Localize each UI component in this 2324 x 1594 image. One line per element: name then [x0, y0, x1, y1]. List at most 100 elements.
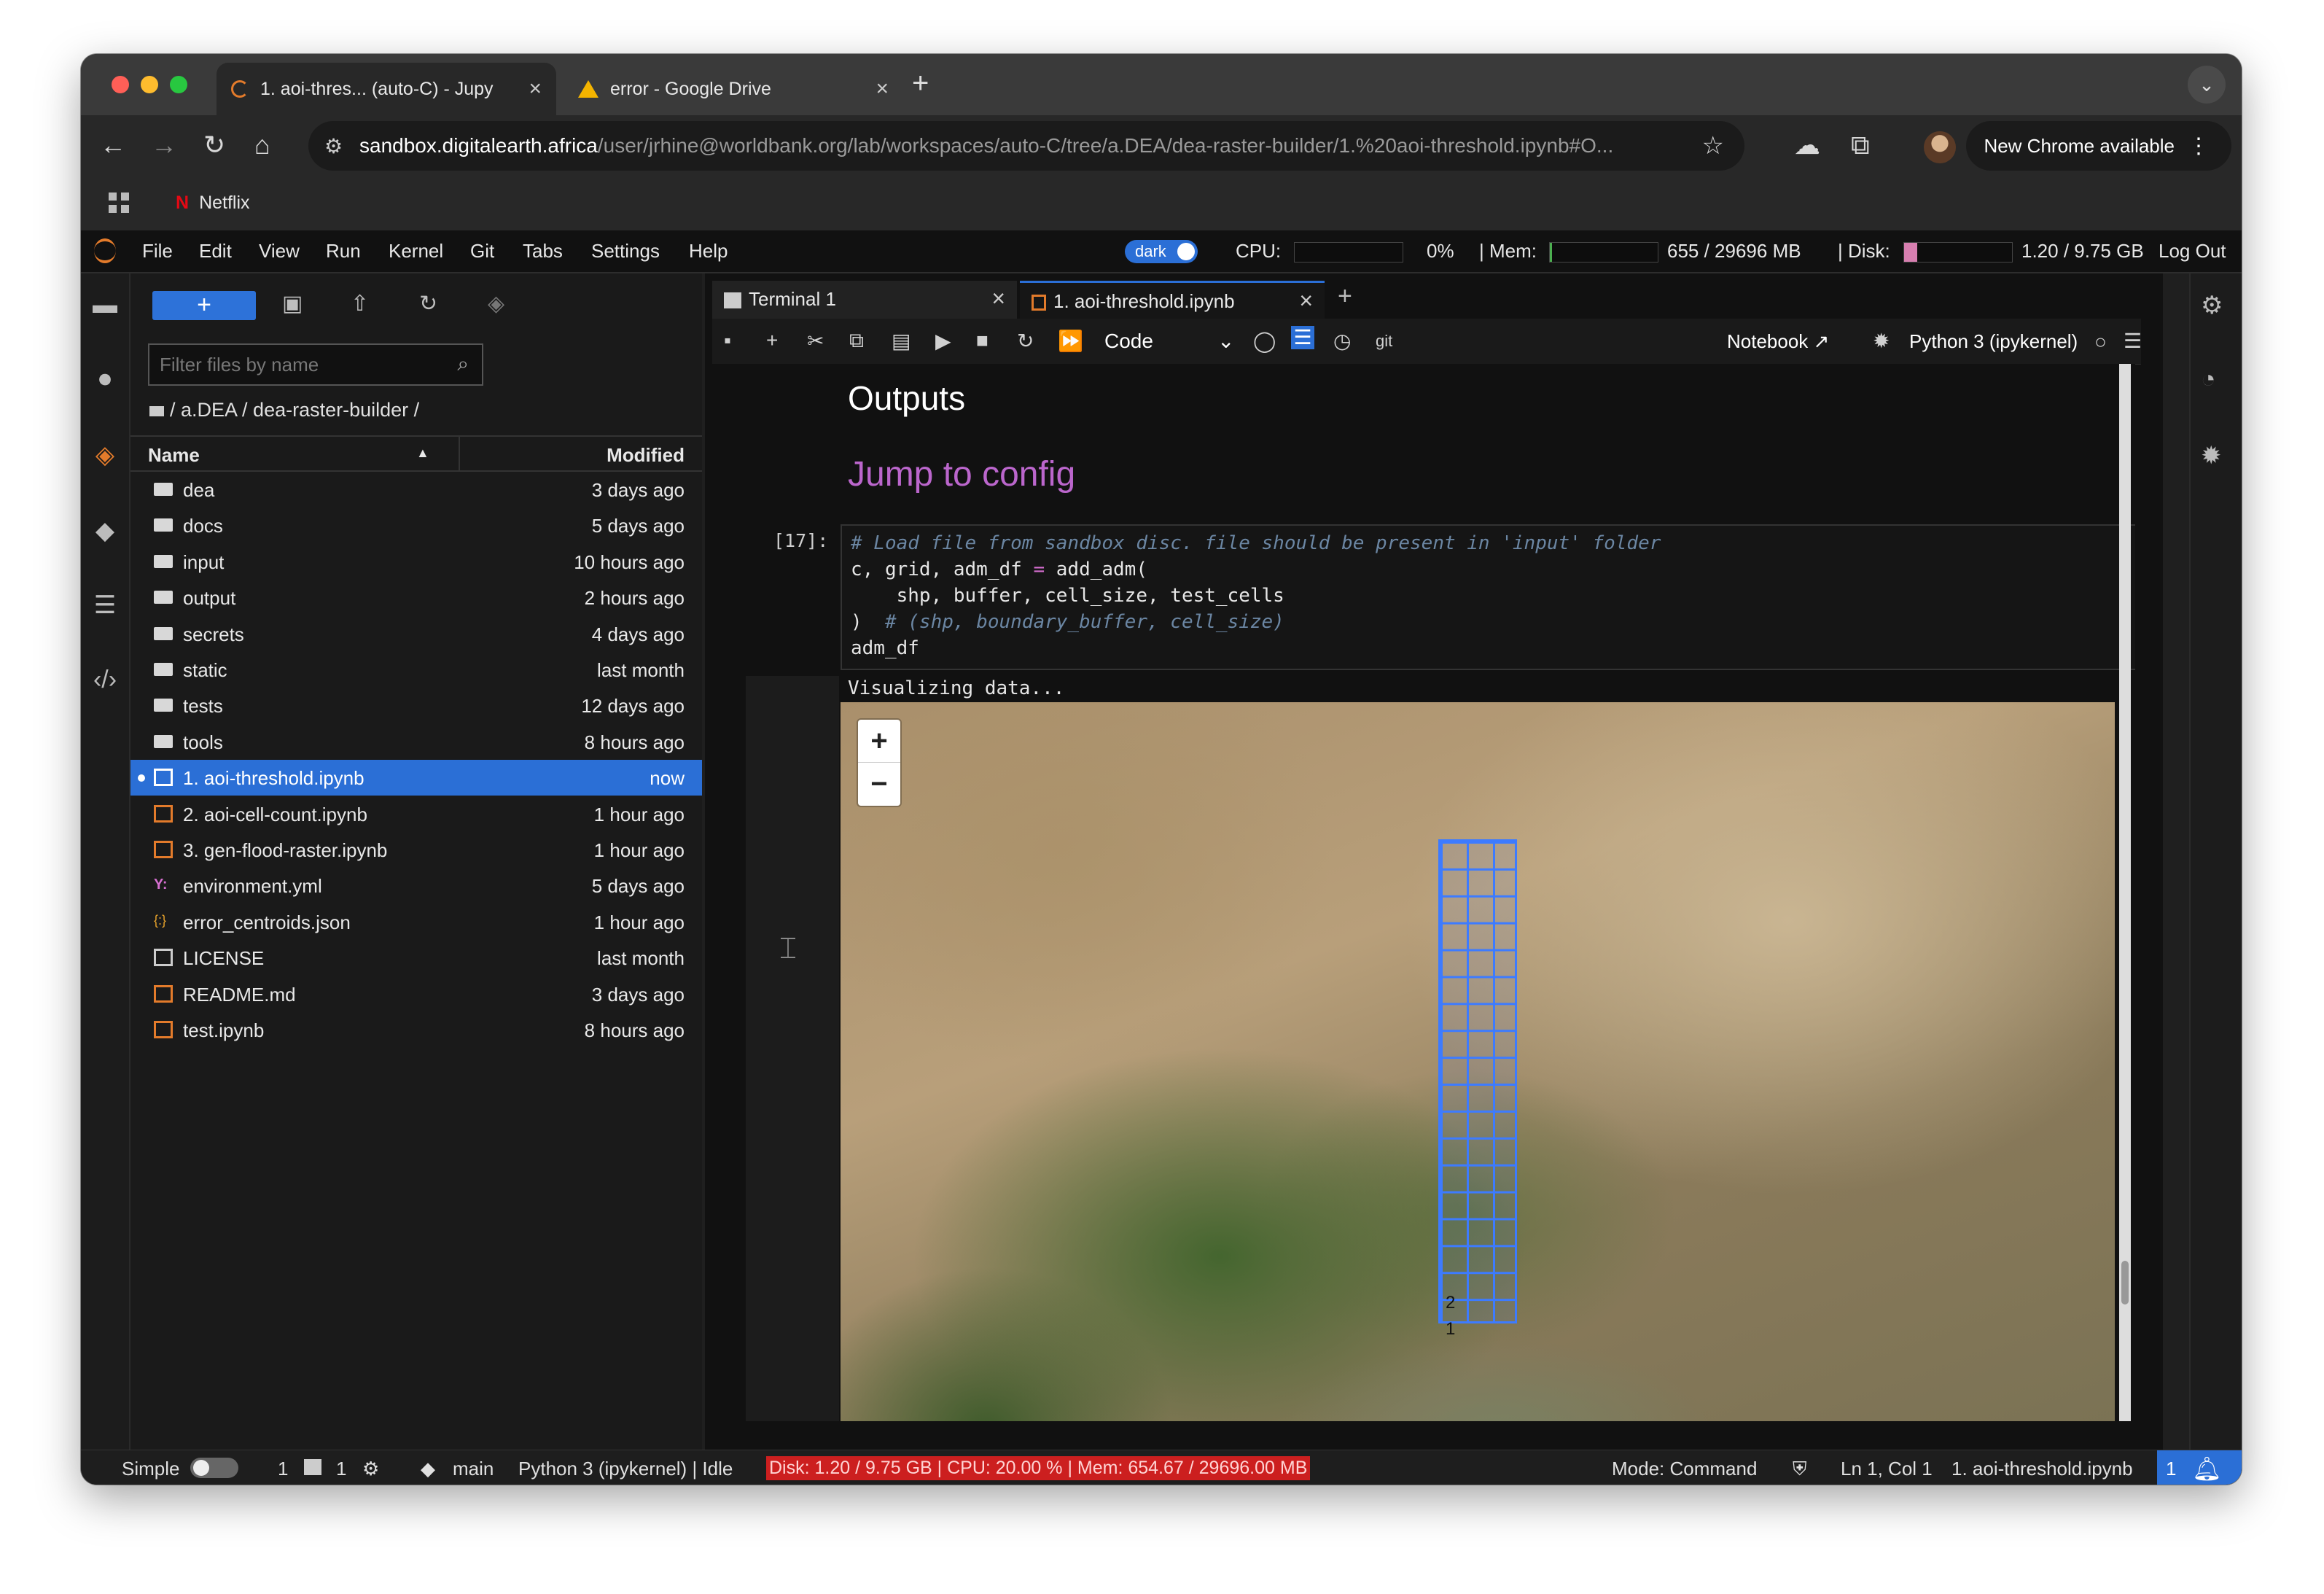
tab-search-icon[interactable]: ⌄ [2188, 66, 2226, 104]
clock-icon[interactable]: ◷ [1333, 329, 1351, 353]
new-launcher-button[interactable]: + [152, 291, 256, 320]
upload-icon[interactable]: ⇧ [351, 291, 369, 316]
run-icon[interactable]: ▶ [935, 329, 951, 353]
bookmark-star-icon[interactable]: ☆ [1701, 131, 1724, 160]
site-info-icon[interactable]: ⚙ [324, 134, 343, 158]
menu-view[interactable]: View [259, 240, 300, 263]
table-of-contents-icon[interactable]: ☰ [90, 590, 120, 621]
zoom-out-button[interactable]: − [858, 762, 900, 805]
new-chrome-available-button[interactable]: New Chrome available ⋮ [1966, 121, 2231, 171]
aoi-grid-overlay[interactable] [1438, 839, 1517, 1323]
file-row[interactable]: dea 3 days ago [130, 472, 702, 508]
theme-toggle[interactable]: dark [1125, 240, 1198, 263]
column-name[interactable]: Name [148, 444, 200, 467]
menu-git[interactable]: Git [470, 240, 494, 263]
back-icon[interactable]: ← [100, 130, 126, 160]
copy-icon[interactable]: ⧉ [849, 329, 864, 353]
notebook-scrollbar[interactable] [2119, 364, 2131, 1421]
git-icon[interactable]: ◆ [90, 516, 120, 546]
file-row[interactable]: input 10 hours ago [130, 544, 702, 580]
menu-settings[interactable]: Settings [591, 240, 660, 263]
file-row[interactable]: {:} error_centroids.json 1 hour ago [130, 904, 702, 940]
file-row[interactable]: 2. aoi-cell-count.ipynb 1 hour ago [130, 796, 702, 832]
save-icon[interactable]: ▪ [724, 329, 731, 352]
filter-files-input[interactable]: Filter files by name ⌕ [148, 343, 483, 386]
property-inspector-icon[interactable]: ☰ [2124, 329, 2142, 353]
close-tab-icon[interactable]: × [529, 77, 542, 101]
simple-mode-toggle[interactable] [190, 1458, 238, 1478]
git-branch[interactable]: main [453, 1458, 494, 1480]
notebook-content[interactable]: Outputs Jump to config [17]: # Load file… [712, 364, 2135, 1421]
kernel-selector[interactable]: Python 3 (ipykernel) [1909, 330, 2078, 353]
close-tab-icon[interactable]: × [876, 77, 889, 101]
notifications-button[interactable]: 1 🔔︎ [2157, 1450, 2242, 1485]
folder-icon[interactable]: ▬ [90, 289, 120, 320]
browser-tab-jupyter[interactable]: 1. aoi-thres... (auto-C) - Jupy × [217, 63, 556, 115]
git-clone-icon[interactable]: ◈ [488, 291, 504, 316]
satellite-map[interactable]: + − 2 1 [841, 702, 2115, 1421]
git-diff-button[interactable]: git [1376, 332, 1392, 351]
extension-manager-icon[interactable]: ◈ [90, 440, 120, 470]
browser-tab-drive[interactable]: error - Google Drive × [564, 63, 903, 115]
new-tab-icon[interactable]: + [912, 67, 929, 100]
menu-edit[interactable]: Edit [199, 240, 232, 263]
jump-to-config-link[interactable]: Jump to config [848, 454, 1075, 494]
terminal-count[interactable]: 1 [336, 1458, 346, 1480]
new-folder-icon[interactable]: ▣ [282, 291, 303, 316]
restart-icon[interactable]: ↻ [1017, 329, 1034, 353]
extension-icon[interactable]: ☁ [1794, 130, 1820, 160]
menu-help[interactable]: Help [689, 240, 728, 263]
debugger-bug-icon[interactable]: ✹ [2201, 441, 2222, 470]
stop-icon[interactable]: ■ [976, 329, 989, 352]
file-row[interactable]: output 2 hours ago [130, 580, 702, 615]
file-row[interactable]: LICENSE last month [130, 940, 702, 976]
collapse-output-icon[interactable]: ⌶ [779, 933, 797, 965]
file-row[interactable]: test.ipynb 8 hours ago [130, 1012, 702, 1048]
property-inspector-gears-icon[interactable]: ⚙ [2201, 291, 2223, 320]
file-row[interactable]: 3. gen-flood-raster.ipynb 1 hour ago [130, 832, 702, 868]
zoom-in-button[interactable]: + [858, 720, 900, 762]
running-sessions-icon[interactable]: ⏺ [90, 364, 120, 394]
paste-icon[interactable]: ▤ [892, 329, 911, 353]
file-row[interactable]: docs 5 days ago [130, 508, 702, 543]
file-row[interactable]: tests 12 days ago [130, 688, 702, 723]
tab-terminal-1[interactable]: Terminal 1 × [712, 281, 1017, 319]
trusted-shield-icon[interactable]: ⛨ [1793, 1458, 1807, 1481]
menu-tabs[interactable]: Tabs [523, 240, 563, 263]
cut-icon[interactable]: ✂ [807, 329, 824, 353]
insert-cell-icon[interactable]: + [766, 329, 778, 352]
minimize-window-button[interactable] [141, 76, 158, 93]
column-modified[interactable]: Modified [607, 444, 685, 467]
close-window-button[interactable] [112, 76, 129, 93]
extension-status-icon[interactable]: ⚙ [362, 1458, 379, 1480]
new-tab-icon[interactable]: + [1338, 282, 1352, 311]
file-row[interactable]: secrets 4 days ago [130, 616, 702, 652]
restart-run-all-icon[interactable]: ⏩ [1058, 329, 1083, 353]
maximize-window-button[interactable] [170, 76, 187, 93]
resource-usage-icon[interactable]: ◔ [2201, 365, 2216, 394]
scrollbar-thumb[interactable] [2121, 1261, 2129, 1305]
sort-ascending-icon[interactable]: ▲ [416, 446, 429, 461]
apps-grid-icon[interactable] [109, 193, 129, 213]
code-cell-editor[interactable]: # Load file from sandbox disc. file shou… [841, 524, 2135, 670]
bookmark-netflix[interactable]: N Netflix [176, 193, 250, 214]
forward-icon[interactable]: → [151, 130, 177, 160]
code-snippets-icon[interactable]: ‹/› [90, 664, 120, 695]
cell-type-select[interactable]: Code ⌄ [1104, 329, 1234, 353]
close-tab-icon[interactable]: × [1299, 287, 1313, 314]
debugger-icon[interactable]: ✹ [1873, 329, 1890, 353]
kernel-status[interactable]: Python 3 (ipykernel) | Idle [518, 1458, 733, 1480]
logout-button[interactable]: Log Out [2159, 240, 2226, 263]
tab-notebook[interactable]: 1. aoi-threshold.ipynb × [1020, 281, 1325, 319]
output-gutter[interactable]: ⌶ [746, 676, 839, 1421]
open-in-notebook-button[interactable]: Notebook ↗ [1727, 330, 1829, 353]
breadcrumb[interactable]: / a.DEA / dea-raster-builder / [149, 399, 419, 421]
toc-toggle-icon[interactable]: ☰ [1291, 326, 1314, 349]
home-icon[interactable]: ⌂ [254, 130, 270, 160]
file-row[interactable]: tools 8 hours ago [130, 724, 702, 760]
menu-run[interactable]: Run [326, 240, 361, 263]
cursor-position[interactable]: Ln 1, Col 1 [1841, 1458, 1933, 1480]
close-tab-icon[interactable]: × [991, 285, 1005, 312]
refresh-icon[interactable]: ↻ [419, 291, 437, 316]
file-row[interactable]: README.md 3 days ago [130, 976, 702, 1012]
